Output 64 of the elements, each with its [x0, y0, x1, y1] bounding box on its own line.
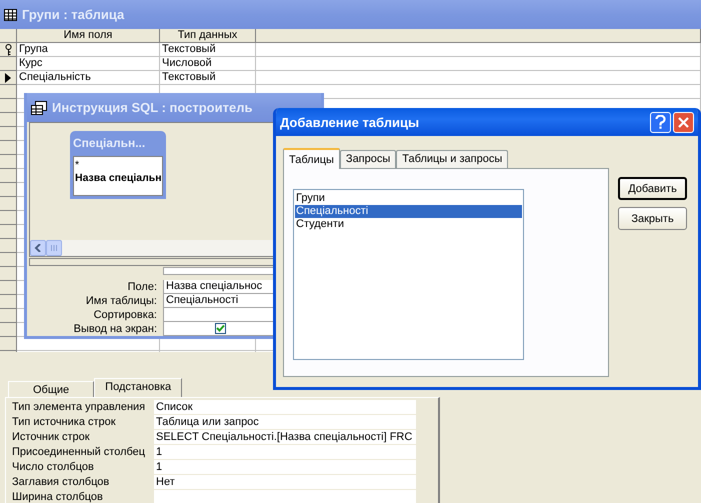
- list-item[interactable]: Групи: [295, 192, 522, 205]
- property-label: Тип источника строк: [12, 416, 117, 428]
- table-cell[interactable]: Спеціальність: [17, 71, 160, 85]
- grid-label: Сортировка:: [92, 308, 157, 322]
- property-label: Число столбцов: [12, 460, 95, 474]
- property-label: Источник строк: [12, 430, 91, 444]
- tab[interactable]: Таблицы и запросы: [396, 150, 508, 168]
- property-label: Заглавия столбцов: [12, 476, 110, 488]
- window-title: Инструкция SQL : построитель: [52, 100, 252, 115]
- grid-cell[interactable]: [163, 308, 275, 322]
- tab[interactable]: Общие: [8, 381, 94, 397]
- table-cell[interactable]: Текстовый: [160, 43, 256, 57]
- table-cell[interactable]: [256, 71, 701, 85]
- table-cell[interactable]: Текстовый: [160, 71, 256, 85]
- table-icon: [4, 8, 17, 20]
- field-list-box[interactable]: Спеціальн... * Назва спеціальн: [70, 131, 166, 199]
- property-field[interactable]: SELECT Спеціальності.[Назва спеціальності] FRC: [154, 430, 416, 444]
- tab[interactable]: Запросы: [340, 150, 396, 168]
- column-header: [0, 29, 17, 43]
- property-field[interactable]: Список: [154, 400, 416, 414]
- table-cell[interactable]: [256, 57, 701, 71]
- grid-label: Вывод на экран:: [72, 322, 157, 336]
- scroll-left-button[interactable]: [30, 240, 46, 256]
- field-item[interactable]: Назва спеціальн: [75, 172, 161, 185]
- column-header[interactable]: Имя поля: [17, 29, 160, 43]
- tab[interactable]: Таблицы: [283, 148, 340, 169]
- grid-label: Поле:: [126, 280, 157, 294]
- table-cell[interactable]: Числовой: [160, 57, 256, 71]
- window-title: Групи : таблица: [22, 7, 124, 22]
- property-field[interactable]: 1: [154, 460, 416, 474]
- list-item[interactable]: Спеціальності: [295, 205, 522, 218]
- close-icon: [678, 116, 689, 128]
- chevron-left-icon: [34, 244, 42, 252]
- add-button[interactable]: Добавить: [618, 177, 687, 200]
- property-field[interactable]: Нет: [154, 475, 416, 489]
- query-icon: [31, 100, 47, 114]
- column-selector[interactable]: [163, 266, 275, 275]
- property-field[interactable]: 1: [154, 445, 416, 459]
- dialog-title: Добавление таблицы: [280, 114, 420, 130]
- grid-cell[interactable]: Спеціальності: [163, 294, 275, 308]
- grid-label: Имя таблицы:: [84, 294, 157, 308]
- field-item[interactable]: *: [75, 159, 161, 172]
- field-list-title: Спеціальн...: [73, 135, 146, 152]
- property-field[interactable]: Таблица или запрос: [154, 415, 416, 429]
- close-dialog-button[interactable]: Закрыть: [618, 207, 687, 230]
- help-icon: [655, 115, 666, 129]
- list-item[interactable]: Студенти: [295, 218, 522, 231]
- row-selector[interactable]: [0, 71, 17, 85]
- grid-cell[interactable]: Назва спеціальнос: [163, 280, 275, 294]
- help-button[interactable]: [650, 112, 671, 132]
- property-field[interactable]: [154, 490, 416, 503]
- table-cell[interactable]: Група: [17, 43, 160, 57]
- table-cell[interactable]: [256, 43, 701, 57]
- column-header[interactable]: Тип данных: [160, 29, 256, 43]
- grip-icon: [50, 244, 58, 252]
- table-cell[interactable]: Курс: [17, 57, 160, 71]
- property-label: Тип элемента управления: [12, 400, 146, 414]
- property-label: Присоединенный столбец: [12, 446, 146, 458]
- row-selector[interactable]: [0, 43, 17, 57]
- property-label: Ширина столбцов: [12, 490, 104, 503]
- scroll-thumb[interactable]: [46, 240, 62, 256]
- tab[interactable]: Подстановка: [94, 378, 182, 397]
- show-checkbox[interactable]: [214, 323, 226, 334]
- close-button[interactable]: [673, 112, 694, 132]
